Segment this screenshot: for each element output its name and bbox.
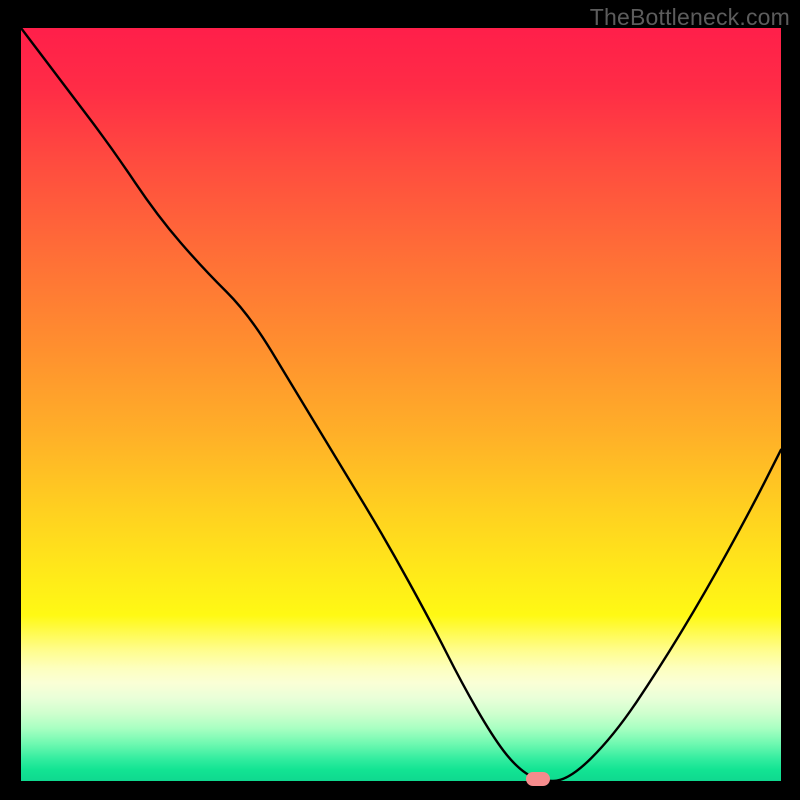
bottleneck-curve — [21, 28, 781, 781]
plot-area — [21, 28, 781, 781]
optimal-point-marker — [526, 772, 550, 786]
chart-frame: TheBottleneck.com — [0, 0, 800, 800]
watermark-text: TheBottleneck.com — [590, 4, 790, 31]
